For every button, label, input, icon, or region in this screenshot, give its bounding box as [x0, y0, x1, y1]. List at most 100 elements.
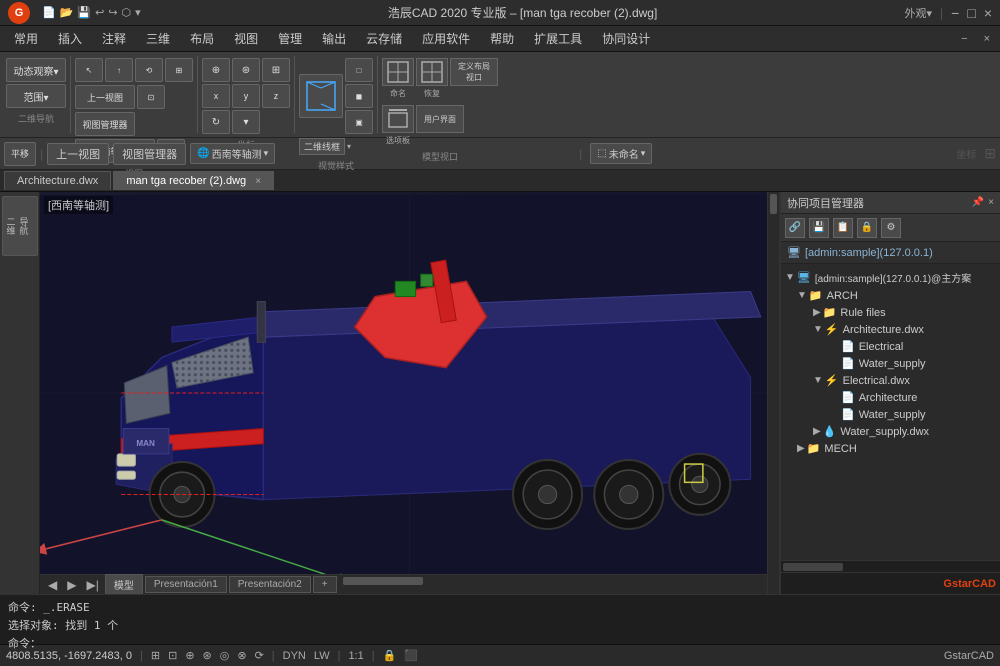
- coord-tool3[interactable]: ⊞: [262, 58, 290, 82]
- menu-layout[interactable]: 布局: [180, 28, 224, 49]
- coord-tool2[interactable]: ⊛: [232, 58, 260, 82]
- nav-btn-1[interactable]: 二维导航: [2, 196, 38, 256]
- close-button[interactable]: ×: [984, 5, 992, 21]
- range-button[interactable]: 范围▾: [6, 84, 66, 108]
- menu-cloud[interactable]: 云存储: [356, 28, 412, 49]
- nav-tool4[interactable]: ⊞: [165, 58, 193, 82]
- rp-btn-1[interactable]: 🔗: [785, 218, 805, 238]
- top-btn[interactable]: 上一视图: [47, 143, 109, 165]
- status-snap[interactable]: ⊡: [168, 649, 177, 662]
- tree-hscroll-thumb[interactable]: [783, 563, 843, 571]
- menu-annotate[interactable]: 注释: [92, 28, 136, 49]
- menu-common[interactable]: 常用: [4, 28, 48, 49]
- tree-water-supply-2[interactable]: 📄 Water_supply: [781, 406, 1000, 423]
- panel-min[interactable]: −: [955, 31, 973, 47]
- top-view-button[interactable]: 上一视图: [75, 85, 135, 109]
- coord-tool7[interactable]: ↻: [202, 110, 230, 134]
- tree-rulefiles[interactable]: ▶ 📁 Rule files: [781, 304, 1000, 321]
- tree-water-supply-1[interactable]: 📄 Water_supply: [781, 355, 1000, 372]
- command-input[interactable]: [45, 637, 992, 650]
- menu-help[interactable]: 帮助: [480, 28, 524, 49]
- palette-button[interactable]: [382, 105, 414, 133]
- tree-expand-elec-dwx[interactable]: ▼: [813, 375, 823, 386]
- nav-tool1[interactable]: ↖: [75, 58, 103, 82]
- rp-btn-2[interactable]: 💾: [809, 218, 829, 238]
- tab-architecture[interactable]: Architecture.dwx: [4, 171, 111, 190]
- tree-expand-arch[interactable]: ▼: [797, 290, 807, 301]
- tree-expand-water-dwx[interactable]: ▶: [813, 426, 821, 437]
- tree-elec-dwx[interactable]: ▼ ⚡ Electrical.dwx: [781, 372, 1000, 389]
- layout-tab-p2[interactable]: Presentación2: [229, 576, 311, 593]
- rp-btn-4[interactable]: 🔒: [857, 218, 877, 238]
- layout-tab-add[interactable]: +: [313, 576, 337, 593]
- layout-nav-prev[interactable]: ◀: [44, 578, 61, 592]
- menu-extend[interactable]: 扩展工具: [524, 28, 592, 49]
- vs-tool3[interactable]: ▣: [345, 110, 373, 134]
- view-mgr-btn[interactable]: 视图管理器: [113, 143, 186, 165]
- status-scale[interactable]: 1:1: [348, 650, 363, 662]
- status-model-icon[interactable]: ⬛: [404, 649, 418, 662]
- open-icon[interactable]: 📂: [60, 6, 74, 19]
- tab-close-icon[interactable]: ×: [255, 176, 261, 187]
- vs-tool2[interactable]: ◼: [345, 84, 373, 108]
- status-dyn[interactable]: DYN: [283, 650, 306, 662]
- status-ortho[interactable]: ⊕: [185, 649, 194, 662]
- hscroll-thumb[interactable]: [343, 577, 423, 585]
- tree-arch-folder[interactable]: ▼ 📁 ARCH: [781, 287, 1000, 304]
- coord-tool8[interactable]: ▾: [232, 110, 260, 134]
- view-manager-button[interactable]: 视图管理器: [75, 112, 135, 136]
- wireframe-view-button[interactable]: [299, 74, 343, 118]
- nav-tool2[interactable]: ↑: [105, 58, 133, 82]
- unnamed-dropdown[interactable]: ⬚ 未命名 ▾: [590, 143, 652, 164]
- tree-expand-root[interactable]: ▼: [785, 272, 795, 283]
- expand-icon[interactable]: ⊞: [984, 145, 996, 162]
- maximize-button[interactable]: □: [967, 5, 975, 21]
- tree-mech-folder[interactable]: ▶ 📁 MECH: [781, 440, 1000, 457]
- undo-icon[interactable]: ↩: [95, 6, 104, 19]
- status-lw[interactable]: LW: [314, 650, 330, 662]
- menu-3d[interactable]: 三维: [136, 28, 180, 49]
- tab-dwg-active[interactable]: man tga recober (2).dwg ×: [113, 171, 274, 190]
- coord-tool4[interactable]: x: [202, 84, 230, 108]
- minimize-button[interactable]: −: [951, 5, 959, 21]
- status-grid[interactable]: ⊞: [151, 649, 160, 662]
- axis-chevron[interactable]: ▾: [264, 148, 269, 159]
- axis-dropdown[interactable]: 🌐 西南等轴测 ▾: [190, 143, 275, 164]
- coord-tool6[interactable]: z: [262, 84, 290, 108]
- status-lock-icon[interactable]: 🔒: [383, 649, 397, 662]
- viewport[interactable]: MAN: [40, 192, 780, 594]
- menu-insert[interactable]: 插入: [48, 28, 92, 49]
- status-ducs[interactable]: ⟳: [255, 649, 264, 662]
- menu-apps[interactable]: 应用软件: [412, 28, 480, 49]
- rp-btn-5[interactable]: ⚙: [881, 218, 901, 238]
- hscroll-area[interactable]: [339, 575, 763, 594]
- panel-close-icon[interactable]: ×: [988, 197, 994, 208]
- 2d-nav-btn[interactable]: 平移: [4, 142, 36, 166]
- view-menu[interactable]: 外观▾: [905, 5, 933, 21]
- status-otrack[interactable]: ⊗: [237, 649, 246, 662]
- wireframe-icon[interactable]: ⬡: [122, 6, 132, 19]
- status-polar[interactable]: ⊛: [203, 649, 212, 662]
- vs-tool1[interactable]: □: [345, 58, 373, 82]
- name-button[interactable]: [382, 58, 414, 86]
- menu-view[interactable]: 视图: [224, 28, 268, 49]
- layout-tab-model[interactable]: 模型: [105, 574, 143, 594]
- nav-tool5[interactable]: ⊡: [137, 85, 165, 109]
- panel-close[interactable]: ×: [978, 31, 996, 47]
- vs-dropdown[interactable]: ▾: [347, 142, 351, 151]
- new-icon[interactable]: 📄: [42, 6, 56, 19]
- tree-expand-rules[interactable]: ▶: [813, 307, 821, 318]
- define-layout-button[interactable]: 定义布局视口: [450, 58, 498, 86]
- tree-arch-under-elec[interactable]: 📄 Architecture: [781, 389, 1000, 406]
- menu-collab[interactable]: 协同设计: [592, 28, 660, 49]
- layout-nav-next[interactable]: ▶: [63, 578, 80, 592]
- wireframe-label[interactable]: 二维线框: [299, 138, 345, 155]
- cad-viewport[interactable]: MAN: [40, 192, 779, 594]
- tree-expand-mech[interactable]: ▶: [797, 443, 805, 454]
- layout-tab-p1[interactable]: Presentación1: [145, 576, 227, 593]
- project-tree[interactable]: ▼ 🖥 [admin:sample](127.0.0.1)@主方案 ▼ 📁 AR…: [781, 264, 1000, 560]
- restore-button[interactable]: [416, 58, 448, 86]
- panel-pin-icon[interactable]: 📌: [972, 197, 984, 208]
- status-osnap[interactable]: ◎: [220, 649, 230, 662]
- coord-tool1[interactable]: ⊕: [202, 58, 230, 82]
